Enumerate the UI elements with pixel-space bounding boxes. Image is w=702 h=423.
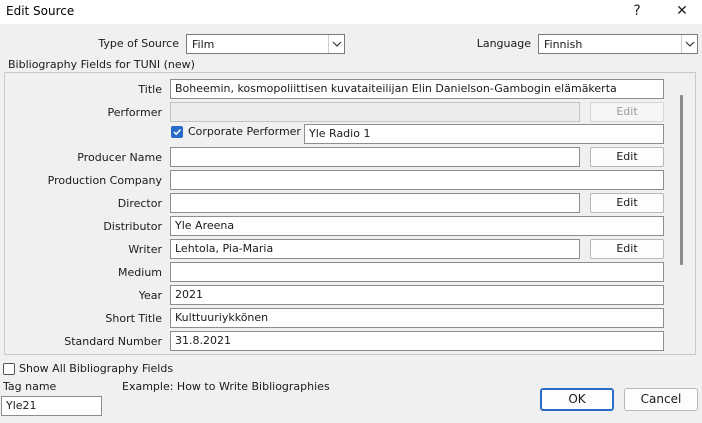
language-select[interactable]: Finnish <box>538 34 698 54</box>
type-of-source-value: Film <box>192 38 215 51</box>
cancel-button[interactable]: Cancel <box>624 388 698 411</box>
help-button[interactable]: ? <box>617 0 657 24</box>
year-field[interactable]: 2021 <box>170 285 664 305</box>
performer-label: Performer <box>107 106 162 119</box>
help-icon: ? <box>633 3 641 19</box>
close-button[interactable]: ✕ <box>662 0 702 24</box>
production-company-label: Production Company <box>47 174 162 187</box>
distributor-field[interactable]: Yle Areena <box>170 216 664 236</box>
close-icon: ✕ <box>676 3 688 19</box>
language-value: Finnish <box>544 38 583 51</box>
medium-field[interactable] <box>170 262 664 282</box>
title-label: Title <box>138 83 162 96</box>
short-title-field[interactable]: Kulttuuriykkönen <box>170 308 664 328</box>
tag-name-field[interactable]: Yle21 <box>1 396 102 416</box>
performer-edit-button: Edit <box>590 102 664 122</box>
tag-name-label: Tag name <box>3 380 57 393</box>
performer-field <box>170 102 580 122</box>
title-field[interactable]: Boheemin, kosmopoliittisen kuvataiteilij… <box>170 79 664 99</box>
director-edit-button[interactable]: Edit <box>590 193 664 213</box>
writer-field[interactable]: Lehtola, Pia-Maria <box>170 239 580 259</box>
chevron-down-icon <box>332 41 342 47</box>
standard-number-label: Standard Number <box>64 335 162 348</box>
bibliography-fields-panel: Title Boheemin, kosmopoliittisen kuvatai… <box>4 72 696 355</box>
chevron-down-icon <box>685 41 695 47</box>
title-bar <box>0 0 702 24</box>
year-label: Year <box>138 289 162 302</box>
producer-name-field[interactable] <box>170 147 580 167</box>
type-of-source-select[interactable]: Film <box>186 34 345 54</box>
writer-label: Writer <box>128 243 162 256</box>
panel-scrollbar[interactable] <box>680 95 683 265</box>
director-field[interactable] <box>170 193 580 213</box>
language-label: Language <box>476 37 531 50</box>
show-all-fields-label: Show All Bibliography Fields <box>19 362 174 375</box>
producer-name-label: Producer Name <box>77 151 162 164</box>
producer-edit-button[interactable]: Edit <box>590 147 664 167</box>
show-all-fields-checkbox[interactable] <box>3 363 15 375</box>
director-label: Director <box>117 197 162 210</box>
corporate-performer-field[interactable]: Yle Radio 1 <box>304 124 664 144</box>
type-of-source-dropdown[interactable] <box>328 35 344 53</box>
language-dropdown[interactable] <box>681 35 697 53</box>
corporate-performer-label: Corporate Performer <box>188 125 301 138</box>
type-of-source-label: Type of Source <box>98 37 179 50</box>
corporate-performer-checkbox[interactable] <box>171 126 183 138</box>
medium-label: Medium <box>118 266 162 279</box>
ok-button[interactable]: OK <box>540 388 614 411</box>
checkmark-icon <box>173 128 182 136</box>
window-title: Edit Source <box>6 4 75 18</box>
short-title-label: Short Title <box>105 312 162 325</box>
group-label: Bibliography Fields for TUNI (new) <box>8 58 195 71</box>
example-text: Example: How to Write Bibliographies <box>122 380 330 393</box>
standard-number-field[interactable]: 31.8.2021 <box>170 331 664 351</box>
production-company-field[interactable] <box>170 170 664 190</box>
distributor-label: Distributor <box>103 220 162 233</box>
writer-edit-button[interactable]: Edit <box>590 239 664 259</box>
